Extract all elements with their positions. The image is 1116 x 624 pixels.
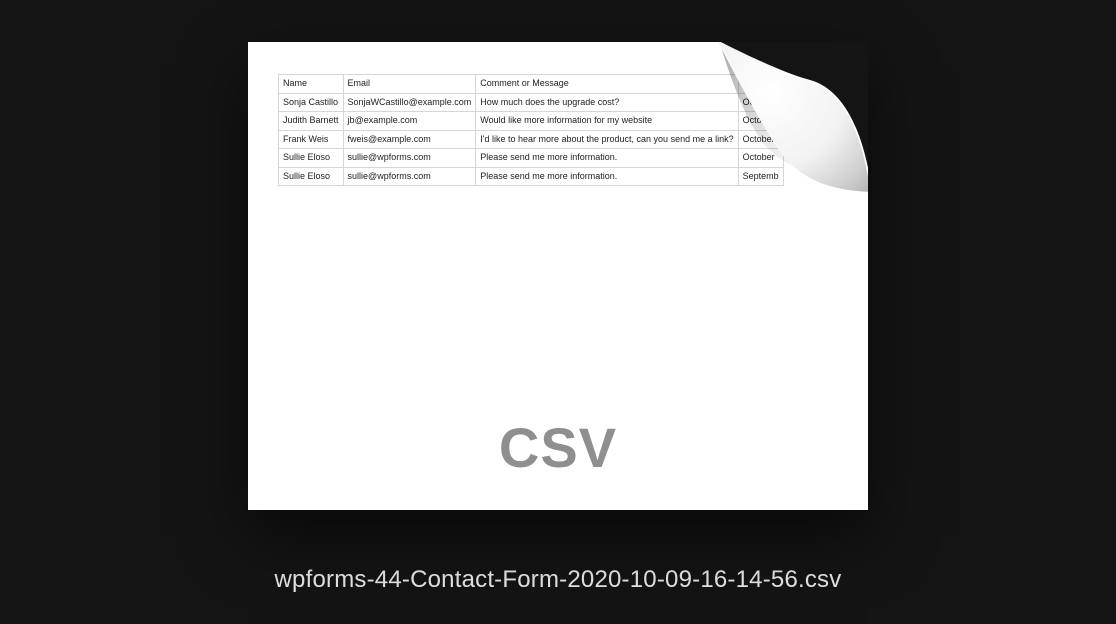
cell-comment: Would like more information for my websi… — [476, 112, 738, 131]
cell-comment: Please send me more information. — [476, 167, 738, 186]
cell-name: Sullie Eloso — [279, 149, 344, 168]
cell-email: sullie@wpforms.com — [343, 149, 476, 168]
cell-comment: How much does the upgrade cost? — [476, 93, 738, 112]
cell-entry: October — [738, 112, 783, 131]
cell-entry: October — [738, 149, 783, 168]
cell-name: Judith Barnett — [279, 112, 344, 131]
cell-email: jb@example.com — [343, 112, 476, 131]
cell-email: sullie@wpforms.com — [343, 167, 476, 186]
table-header-row: Name Email Comment or Message Entry — [279, 75, 784, 94]
cell-comment: I'd like to hear more about the product,… — [476, 130, 738, 149]
document-preview: Name Email Comment or Message Entry Sonj… — [248, 42, 868, 510]
table-row: Sullie Eloso sullie@wpforms.com Please s… — [279, 167, 784, 186]
cell-email: fweis@example.com — [343, 130, 476, 149]
cell-entry: October — [738, 130, 783, 149]
col-header-entry: Entry — [738, 75, 783, 94]
cell-name: Frank Weis — [279, 130, 344, 149]
table-row: Judith Barnett jb@example.com Would like… — [279, 112, 784, 131]
filename-label: wpforms-44-Contact-Form-2020-10-09-16-14… — [275, 566, 842, 594]
table-row: Sonja Castillo SonjaWCastillo@example.co… — [279, 93, 784, 112]
cell-comment: Please send me more information. — [476, 149, 738, 168]
table-row: Frank Weis fweis@example.com I'd like to… — [279, 130, 784, 149]
col-header-comment: Comment or Message — [476, 75, 738, 94]
file-type-badge: CSV — [499, 415, 617, 480]
cell-entry: October — [738, 93, 783, 112]
col-header-email: Email — [343, 75, 476, 94]
col-header-name: Name — [279, 75, 344, 94]
csv-table-wrapper: Name Email Comment or Message Entry Sonj… — [278, 74, 838, 186]
cell-email: SonjaWCastillo@example.com — [343, 93, 476, 112]
table-row: Sullie Eloso sullie@wpforms.com Please s… — [279, 149, 784, 168]
cell-entry: Septemb — [738, 167, 783, 186]
cell-name: Sullie Eloso — [279, 167, 344, 186]
cell-name: Sonja Castillo — [279, 93, 344, 112]
csv-table: Name Email Comment or Message Entry Sonj… — [278, 74, 784, 186]
